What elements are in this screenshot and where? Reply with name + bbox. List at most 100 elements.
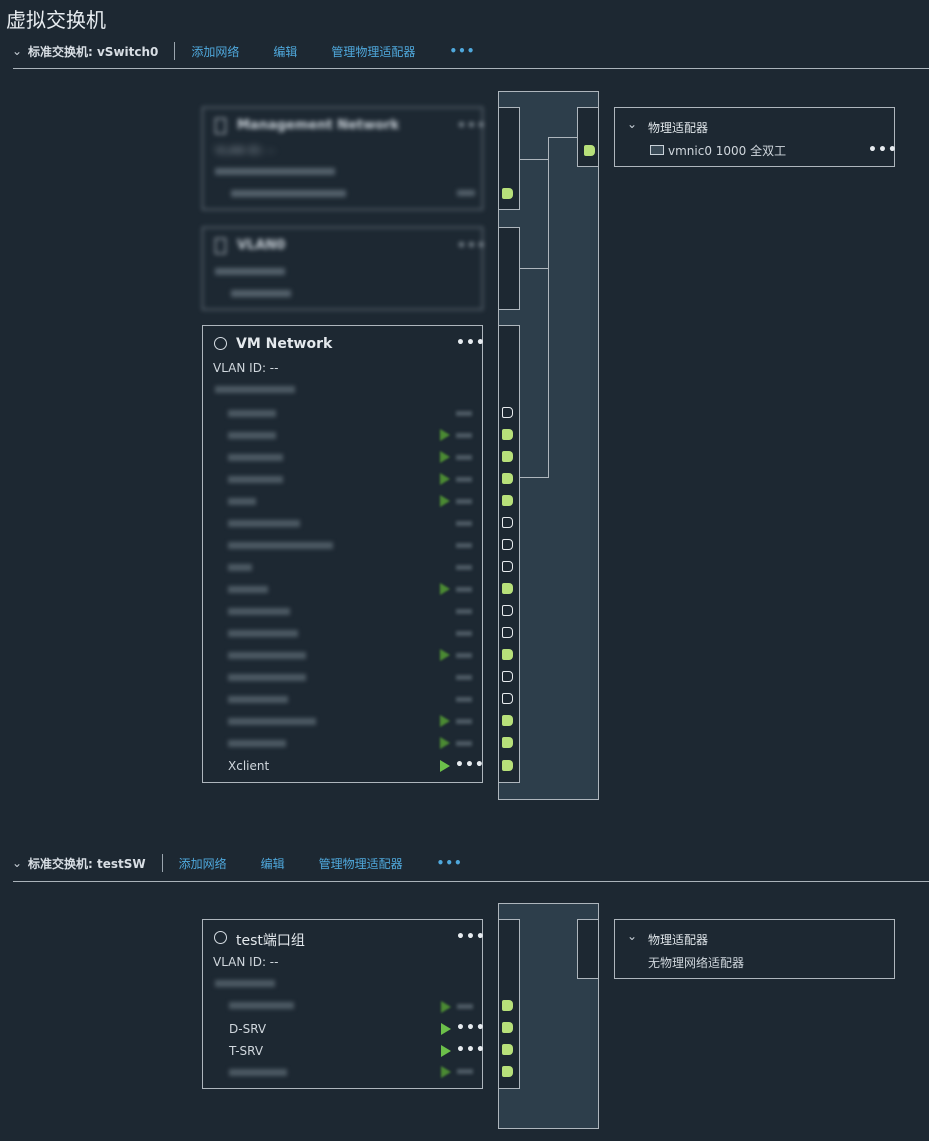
powered-on-icon bbox=[440, 495, 450, 507]
chevron-down-icon[interactable]: ⌄ bbox=[12, 44, 28, 58]
more-actions-button[interactable]: ••• bbox=[449, 44, 475, 58]
powered-on-icon bbox=[441, 1066, 451, 1078]
network-globe-icon bbox=[214, 337, 227, 350]
blurred-vm-row bbox=[228, 498, 256, 505]
port-disconnected bbox=[502, 561, 513, 572]
port-connected bbox=[502, 429, 513, 440]
adapter-icon bbox=[215, 238, 226, 254]
blurred-text bbox=[457, 1069, 473, 1074]
blurred-text bbox=[456, 455, 472, 460]
uplink-connector bbox=[577, 107, 599, 167]
chevron-down-icon[interactable]: ⌄ bbox=[627, 929, 637, 943]
port-connected bbox=[502, 188, 513, 199]
port-disconnected bbox=[502, 627, 513, 638]
vm-more-button[interactable]: ••• bbox=[456, 1042, 486, 1058]
vm-name-t-srv[interactable]: T-SRV bbox=[229, 1044, 263, 1058]
powered-on-icon bbox=[441, 1001, 451, 1013]
port-group-title: VM Network bbox=[236, 336, 333, 352]
blurred-text bbox=[456, 631, 472, 636]
blurred-text bbox=[456, 719, 472, 724]
port-disconnected bbox=[502, 671, 513, 682]
blurred-vm-row bbox=[228, 630, 298, 637]
uplink-port-connected bbox=[584, 145, 595, 156]
switch-name: 标准交换机: testSW bbox=[28, 856, 146, 871]
more-icon: ••• bbox=[457, 118, 487, 134]
more-actions-button[interactable]: ••• bbox=[456, 335, 486, 351]
blurred-text bbox=[215, 168, 335, 175]
vm-more-button[interactable]: ••• bbox=[456, 1020, 486, 1036]
uplink-connector bbox=[577, 919, 599, 979]
blurred-vm-row bbox=[228, 542, 333, 549]
divider bbox=[174, 42, 176, 60]
edit-button[interactable]: 编辑 bbox=[261, 855, 285, 872]
nic-icon bbox=[650, 145, 664, 155]
blurred-text bbox=[215, 386, 295, 393]
vm-name-xclient[interactable]: Xclient bbox=[228, 759, 269, 773]
port-group-management-network[interactable]: Management Network ••• VLAN ID: -- bbox=[202, 107, 486, 210]
manage-adapters-button[interactable]: 管理物理适配器 bbox=[331, 43, 415, 60]
port-connected bbox=[502, 737, 513, 748]
port-connected bbox=[502, 715, 513, 726]
blurred-vm-row bbox=[228, 696, 288, 703]
port-group-test[interactable]: test端口组 ••• VLAN ID: -- D-SRV ••• T-SRV … bbox=[202, 919, 486, 1089]
powered-on-icon bbox=[441, 1023, 451, 1035]
powered-on-icon bbox=[440, 760, 450, 772]
port-connected bbox=[502, 1022, 513, 1033]
port-group-title: Management Network bbox=[237, 118, 400, 133]
add-network-button[interactable]: 添加网络 bbox=[191, 43, 239, 60]
blurred-text bbox=[231, 290, 291, 297]
port-group-connector bbox=[498, 227, 520, 310]
port-disconnected bbox=[502, 407, 513, 418]
blurred-vm-row bbox=[228, 674, 306, 681]
blurred-text bbox=[456, 521, 472, 526]
blurred-text bbox=[456, 433, 472, 438]
blurred-text bbox=[456, 587, 472, 592]
adapter-more-button[interactable]: ••• bbox=[868, 142, 898, 158]
blurred-vm-row bbox=[228, 454, 283, 461]
link-line bbox=[520, 268, 548, 269]
blurred-vm-row bbox=[228, 740, 286, 747]
blurred-text bbox=[229, 1002, 294, 1009]
powered-on-icon bbox=[440, 473, 450, 485]
manage-adapters-button[interactable]: 管理物理适配器 bbox=[319, 855, 403, 872]
section-divider bbox=[13, 881, 929, 882]
vlan-label: VLAN ID: -- bbox=[213, 361, 279, 375]
port-group-title: test端口组 bbox=[236, 933, 305, 949]
powered-on-icon bbox=[440, 715, 450, 727]
port-connected bbox=[502, 583, 513, 594]
blurred-text bbox=[456, 697, 472, 702]
blurred-text bbox=[231, 190, 346, 197]
blurred-text bbox=[457, 1004, 473, 1009]
port-connected bbox=[502, 760, 513, 771]
blurred-text bbox=[456, 565, 472, 570]
blurred-text bbox=[215, 980, 275, 987]
vm-more-button[interactable]: ••• bbox=[455, 757, 485, 773]
vm-name-d-srv[interactable]: D-SRV bbox=[229, 1022, 266, 1036]
more-actions-button[interactable]: ••• bbox=[456, 929, 486, 945]
blurred-text bbox=[456, 411, 472, 416]
port-group-vlan0[interactable]: VLAN0 ••• bbox=[202, 227, 486, 310]
edit-button[interactable]: 编辑 bbox=[273, 43, 297, 60]
powered-on-icon bbox=[440, 429, 450, 441]
blurred-text bbox=[456, 675, 472, 680]
powered-on-icon bbox=[440, 737, 450, 749]
add-network-button[interactable]: 添加网络 bbox=[179, 855, 227, 872]
blurred-text bbox=[456, 653, 472, 658]
blurred-text bbox=[456, 741, 472, 746]
link-line bbox=[548, 137, 577, 138]
powered-on-icon bbox=[440, 583, 450, 595]
blurred-vm-row bbox=[228, 718, 316, 725]
blurred-text bbox=[229, 1069, 287, 1076]
switch-header-vswitch0: ⌄ 标准交换机: vSwitch0 添加网络 编辑 管理物理适配器 ••• bbox=[12, 41, 509, 61]
blurred-text bbox=[215, 268, 285, 275]
chevron-down-icon[interactable]: ⌄ bbox=[12, 856, 28, 870]
chevron-down-icon[interactable]: ⌄ bbox=[627, 117, 637, 131]
blurred-vm-row bbox=[228, 476, 283, 483]
physical-adapters-panel: ⌄ 物理适配器 vmnic0 1000 全双工 ••• bbox=[614, 107, 898, 167]
physical-adapters-panel: ⌄ 物理适配器 无物理网络适配器 bbox=[614, 919, 895, 979]
port-connected bbox=[502, 649, 513, 660]
more-actions-button[interactable]: ••• bbox=[437, 856, 463, 870]
port-connected bbox=[502, 451, 513, 462]
blurred-vm-row bbox=[228, 564, 252, 571]
page-title: 虚拟交换机 bbox=[6, 8, 106, 32]
